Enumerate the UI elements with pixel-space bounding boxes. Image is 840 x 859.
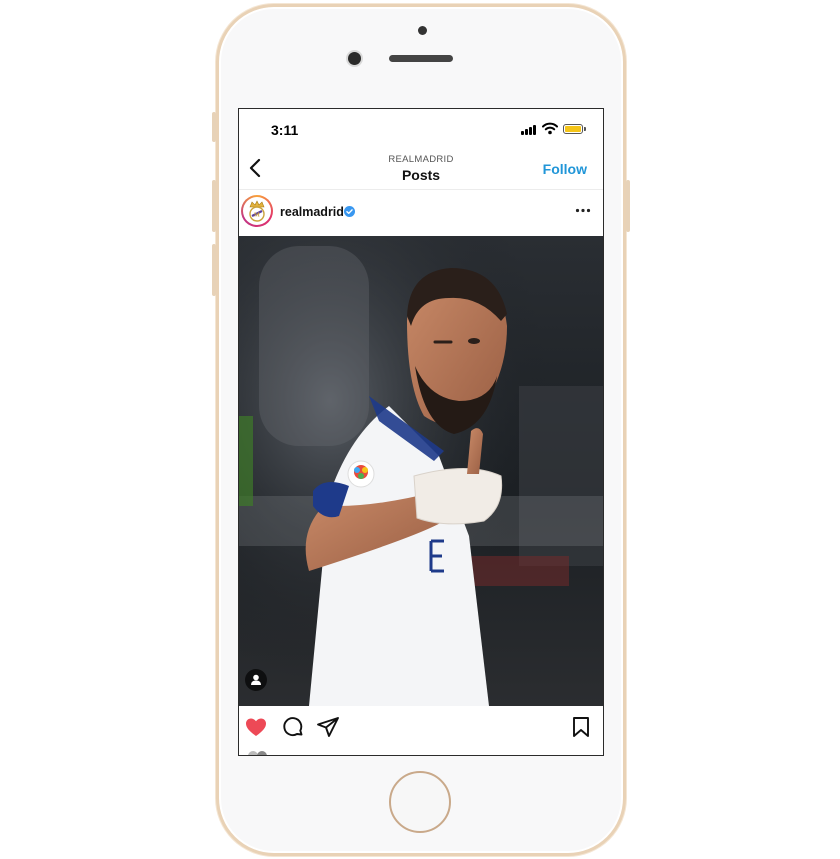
verified-badge-icon (344, 206, 355, 217)
post-action-bar (239, 707, 603, 747)
earpiece-speaker (389, 55, 453, 62)
likes-text-truncated (277, 752, 537, 755)
home-button[interactable] (389, 771, 451, 833)
share-icon[interactable] (316, 715, 340, 739)
post-photo (239, 236, 603, 706)
post-header: M realmadrid (239, 190, 603, 236)
avatar[interactable]: M (241, 195, 273, 227)
cellular-signal-icon (521, 124, 539, 135)
volume-up-button (212, 180, 216, 232)
comment-icon[interactable] (281, 715, 305, 739)
more-horizontal-icon[interactable] (575, 208, 591, 213)
front-camera (348, 52, 361, 65)
follow-button[interactable]: Follow (543, 161, 587, 177)
status-bar: 3:11 (239, 109, 603, 149)
wifi-icon (542, 122, 558, 135)
phone-screen: 3:11 REALMADRID Posts Follow M realmadri… (238, 108, 604, 756)
username[interactable]: realmadrid (280, 205, 344, 219)
bookmark-icon[interactable] (569, 715, 593, 739)
proximity-sensor (418, 26, 427, 35)
volume-down-button (212, 244, 216, 296)
battery-cap (584, 127, 586, 131)
status-time: 3:11 (271, 122, 299, 138)
user-tag-icon[interactable] (245, 669, 267, 691)
battery-icon (563, 124, 583, 134)
svg-text:M: M (254, 213, 260, 219)
nav-header: REALMADRID Posts Follow (239, 149, 603, 190)
heart-icon[interactable] (244, 715, 268, 739)
liked-by-avatars (248, 751, 267, 755)
post-image[interactable] (239, 236, 603, 706)
club-crest-icon: M (249, 200, 265, 222)
battery-level (565, 126, 581, 132)
mute-switch (212, 112, 216, 142)
power-button (626, 180, 630, 232)
